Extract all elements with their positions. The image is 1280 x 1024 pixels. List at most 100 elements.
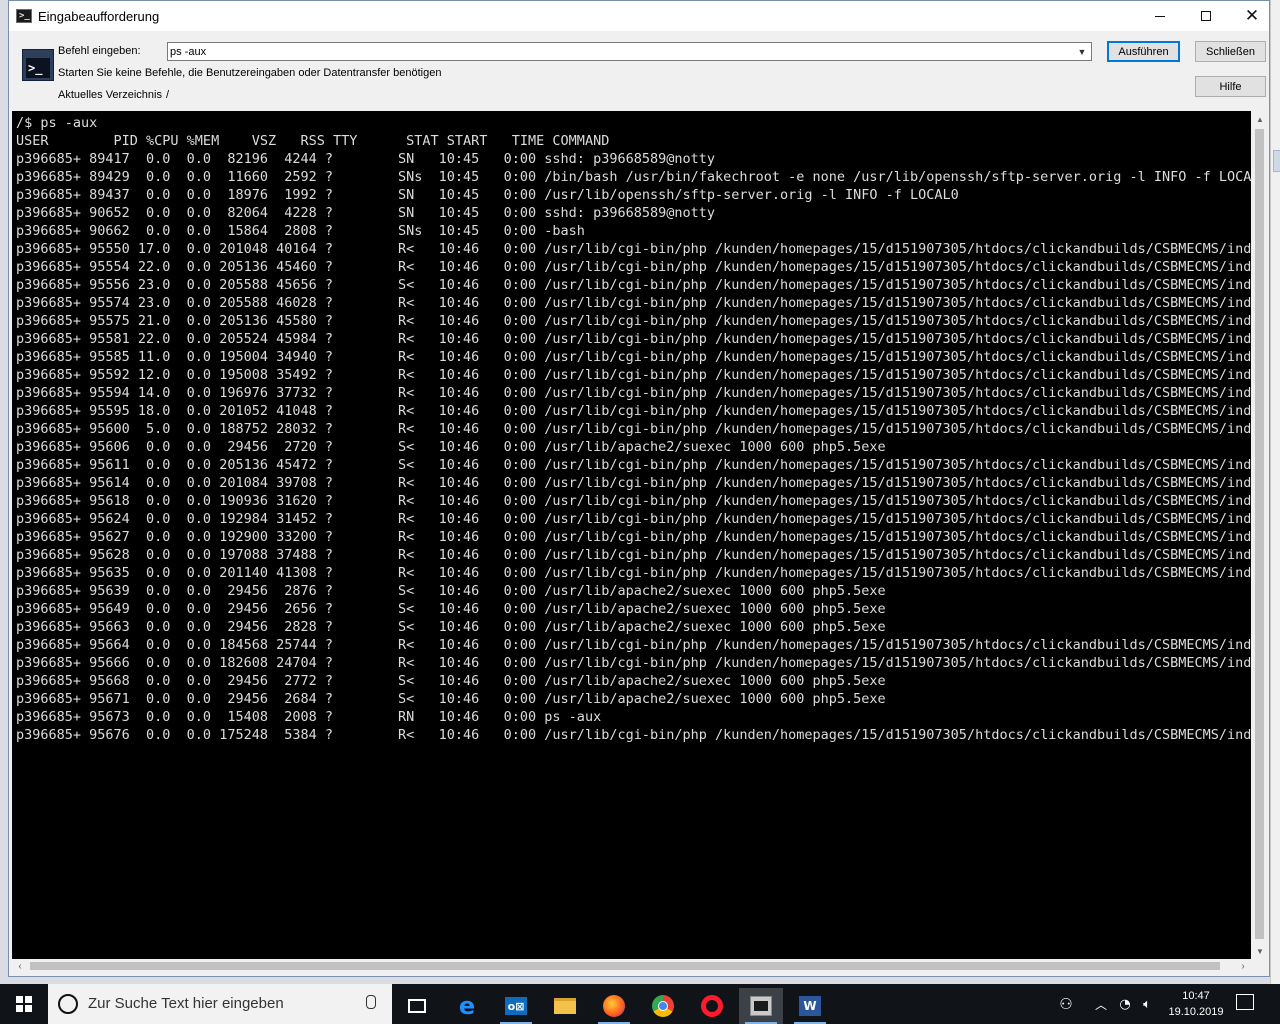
process-line: p396685+ 95595 18.0 0.0 201052 41048 ? R… (16, 403, 1251, 419)
vertical-scrollbar[interactable]: ▲ ▼ (1252, 111, 1268, 959)
taskbar-clock[interactable]: 10:47 19.10.2019 (1160, 988, 1232, 1020)
scroll-down-icon[interactable]: ▼ (1252, 943, 1268, 959)
volume-icon[interactable]: 🔈︎ (1136, 984, 1158, 1024)
process-line: p396685+ 95594 14.0 0.0 196976 37732 ? R… (16, 385, 1251, 401)
people-icon[interactable]: ⚇ (1055, 984, 1077, 1024)
search-placeholder: Zur Suche Text hier eingeben (88, 995, 284, 1012)
process-line: p396685+ 89429 0.0 0.0 11660 2592 ? SNs … (16, 169, 1251, 185)
terminal-output[interactable]: /$ ps -aux USER PID %CPU %MEM VSZ RSS TT… (12, 111, 1251, 959)
clock-time: 10:47 (1182, 990, 1210, 1002)
minimize-button[interactable] (1137, 1, 1183, 31)
scroll-up-icon[interactable]: ▲ (1252, 111, 1268, 127)
terminal-icon: >_ (22, 49, 54, 81)
terminal-text: /$ ps -aux USER PID %CPU %MEM VSZ RSS TT… (12, 111, 1251, 744)
scroll-left-icon[interactable]: ‹ (12, 959, 28, 974)
chrome-icon (652, 995, 674, 1017)
edge-icon: e (458, 992, 476, 1020)
info-text: Starten Sie keine Befehle, die Benutzere… (58, 67, 442, 79)
word-icon: W (799, 996, 821, 1016)
command-panel: >_ Befehl eingeben: ▼ Starten Sie keine … (9, 31, 1269, 109)
app-icon: >_ (16, 9, 32, 23)
network-icon[interactable]: ◔ (1114, 984, 1136, 1024)
process-line: p396685+ 95585 11.0 0.0 195004 34940 ? R… (16, 349, 1251, 365)
task-view-icon (408, 999, 426, 1013)
process-line: p396685+ 95592 12.0 0.0 195008 35492 ? R… (16, 367, 1251, 383)
process-line: p396685+ 95668 0.0 0.0 29456 2772 ? S< 1… (16, 673, 886, 689)
process-line: p396685+ 95618 0.0 0.0 190936 31620 ? R<… (16, 493, 1251, 509)
ps-header: USER PID %CPU %MEM VSZ RSS TTY STAT STAR… (16, 133, 610, 149)
microphone-icon[interactable] (366, 995, 376, 1009)
scroll-right-icon[interactable]: › (1235, 959, 1251, 974)
firefox-icon (603, 995, 625, 1017)
edge-button[interactable]: e (445, 988, 489, 1024)
process-line: p396685+ 95664 0.0 0.0 184568 25744 ? R<… (16, 637, 1251, 653)
outlook-button[interactable]: o⊠ (494, 988, 538, 1024)
taskbar-search[interactable]: Zur Suche Text hier eingeben (48, 984, 392, 1024)
vertical-scroll-thumb[interactable] (1255, 129, 1264, 939)
directory-label: Aktuelles Verzeichnis (58, 89, 162, 101)
process-line: p396685+ 90662 0.0 0.0 15864 2808 ? SNs … (16, 223, 585, 239)
process-line: p396685+ 95671 0.0 0.0 29456 2684 ? S< 1… (16, 691, 886, 707)
process-line: p396685+ 89437 0.0 0.0 18976 1992 ? SN 1… (16, 187, 959, 203)
command-label: Befehl eingeben: (58, 45, 141, 57)
process-line: p396685+ 90652 0.0 0.0 82064 4228 ? SN 1… (16, 205, 715, 221)
horizontal-scroll-thumb[interactable] (30, 962, 1220, 970)
notification-icon[interactable] (1236, 994, 1254, 1010)
process-line: p396685+ 95639 0.0 0.0 29456 2876 ? S< 1… (16, 583, 886, 599)
process-line: p396685+ 95676 0.0 0.0 175248 5384 ? R< … (16, 727, 1251, 743)
process-line: p396685+ 95611 0.0 0.0 205136 45472 ? S<… (16, 457, 1251, 473)
chevron-up-icon[interactable]: ︿ (1090, 984, 1112, 1024)
horizontal-scrollbar[interactable]: ‹ › (12, 959, 1251, 974)
terminal-app-icon (750, 996, 772, 1016)
file-explorer-button[interactable] (543, 988, 587, 1024)
terminal-app-button[interactable] (739, 988, 783, 1024)
process-line: p396685+ 95627 0.0 0.0 192900 33200 ? R<… (16, 529, 1251, 545)
opera-button[interactable] (690, 988, 734, 1024)
outlook-icon: o⊠ (505, 997, 527, 1015)
command-prompt-window: >_ Eingabeaufforderung ✕ >_ Befehl einge… (8, 0, 1270, 977)
close-window-button[interactable]: ✕ (1229, 1, 1275, 31)
process-line: p396685+ 95666 0.0 0.0 182608 24704 ? R<… (16, 655, 1251, 671)
process-line: p396685+ 95574 23.0 0.0 205588 46028 ? R… (16, 295, 1251, 311)
command-combobox[interactable]: ▼ (167, 42, 1092, 61)
process-line: p396685+ 95663 0.0 0.0 29456 2828 ? S< 1… (16, 619, 886, 635)
directory-value: / (166, 89, 170, 101)
process-line: p396685+ 95554 22.0 0.0 205136 45460 ? R… (16, 259, 1251, 275)
firefox-button[interactable] (592, 988, 636, 1024)
prompt-line: /$ ps -aux (16, 115, 98, 131)
process-line: p396685+ 95628 0.0 0.0 197088 37488 ? R<… (16, 547, 1251, 563)
taskbar: Zur Suche Text hier eingeben e o⊠ W ⚇ ︿ … (0, 984, 1280, 1024)
process-line: p396685+ 95673 0.0 0.0 15408 2008 ? RN 1… (16, 709, 602, 725)
process-line: p396685+ 95649 0.0 0.0 29456 2656 ? S< 1… (16, 601, 886, 617)
window-title: Eingabeaufforderung (38, 9, 160, 24)
clock-date: 19.10.2019 (1168, 1006, 1224, 1018)
maximize-icon (1201, 11, 1211, 21)
process-line: p396685+ 95606 0.0 0.0 29456 2720 ? S< 1… (16, 439, 886, 455)
run-button[interactable]: Ausführen (1107, 41, 1180, 62)
chrome-button[interactable] (641, 988, 685, 1024)
process-line: p396685+ 95550 17.0 0.0 201048 40164 ? R… (16, 241, 1251, 257)
command-input[interactable] (170, 44, 1065, 59)
minimize-icon (1155, 15, 1165, 17)
windows-icon (16, 996, 32, 1012)
close-button[interactable]: Schließen (1195, 41, 1266, 62)
help-button[interactable]: Hilfe (1195, 76, 1266, 97)
process-line: p396685+ 95556 23.0 0.0 205588 45656 ? S… (16, 277, 1251, 293)
search-icon (58, 994, 78, 1014)
process-line: p396685+ 95614 0.0 0.0 201084 39708 ? R<… (16, 475, 1251, 491)
background-window-element (1273, 150, 1280, 172)
background-window-edge (1270, 0, 1280, 984)
chevron-down-icon[interactable]: ▼ (1075, 44, 1089, 59)
process-line: p396685+ 95575 21.0 0.0 205136 45580 ? R… (16, 313, 1251, 329)
close-icon: ✕ (1244, 5, 1260, 26)
task-view-button[interactable] (395, 988, 439, 1024)
process-line: p396685+ 95635 0.0 0.0 201140 41308 ? R<… (16, 565, 1251, 581)
process-line: p396685+ 95600 5.0 0.0 188752 28032 ? R<… (16, 421, 1251, 437)
process-line: p396685+ 95581 22.0 0.0 205524 45984 ? R… (16, 331, 1251, 347)
maximize-button[interactable] (1183, 1, 1229, 31)
word-button[interactable]: W (788, 988, 832, 1024)
file-explorer-icon (554, 998, 576, 1014)
process-line: p396685+ 89417 0.0 0.0 82196 4244 ? SN 1… (16, 151, 715, 167)
title-bar[interactable]: >_ Eingabeaufforderung ✕ (9, 1, 1269, 31)
start-button[interactable] (0, 984, 48, 1024)
